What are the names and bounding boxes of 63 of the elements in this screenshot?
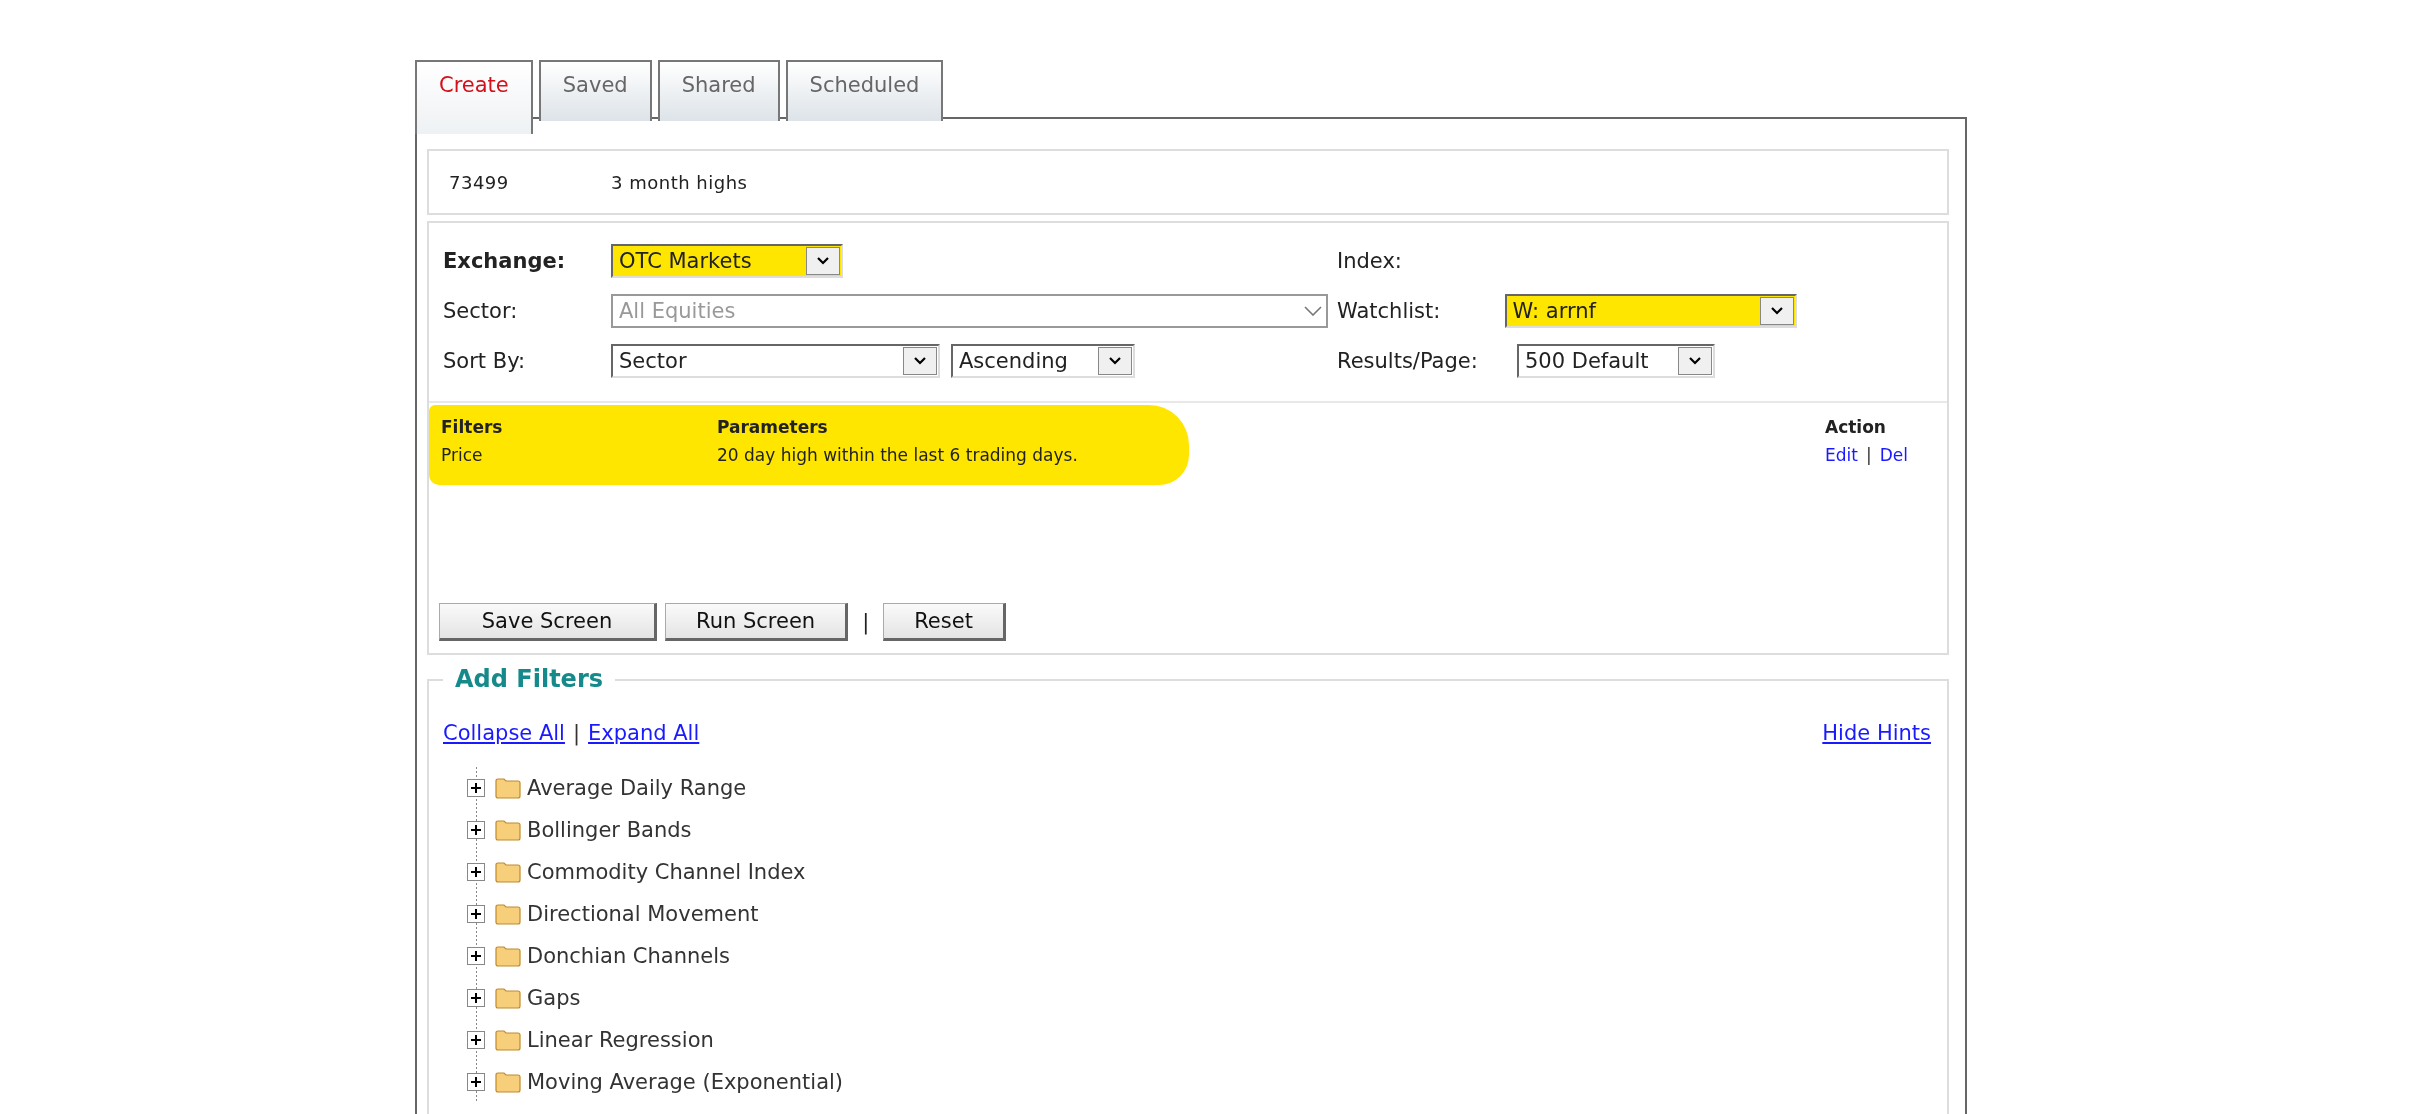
expander-icon[interactable] (467, 947, 485, 965)
results-per-page-select[interactable]: 500 Default (1517, 344, 1715, 378)
tab[interactable]: Shared (657, 60, 780, 121)
expander-icon[interactable] (467, 821, 485, 839)
screen-id: 73499 (449, 171, 510, 193)
expander-icon[interactable] (467, 905, 485, 923)
screen-button[interactable]: Save Screen (439, 603, 657, 641)
caret-icon (1098, 347, 1132, 375)
tree-item[interactable]: Bollinger Bands (527, 818, 692, 842)
screen-button[interactable]: Reset (883, 603, 1006, 641)
expander-icon[interactable] (467, 1073, 485, 1091)
tab[interactable]: Scheduled (785, 60, 944, 121)
caret-icon (903, 347, 937, 375)
exchange-select[interactable]: OTC Markets (611, 244, 843, 278)
folder-icon (495, 945, 521, 967)
watchlist-select[interactable]: W: arrnf (1504, 294, 1797, 328)
caret-icon (1304, 306, 1324, 316)
folder-icon (495, 777, 521, 799)
separator: | (1865, 444, 1872, 467)
tree-item[interactable]: Donchian Channels (527, 944, 731, 968)
hide-hints-link[interactable]: Hide Hints (1822, 721, 1931, 745)
expander-icon[interactable] (467, 863, 485, 881)
tree-link[interactable]: Expand All (588, 721, 700, 745)
watchlist-label: Watchlist: (1337, 299, 1442, 323)
tree-item[interactable]: Commodity Channel Index (527, 860, 806, 884)
tree-link[interactable]: Collapse All (443, 721, 565, 745)
tree-item[interactable]: Linear Regression (527, 1028, 714, 1052)
action-link[interactable]: Del (1879, 441, 1908, 469)
folder-icon (495, 819, 521, 841)
sector-label: Sector: (442, 299, 519, 323)
table-cell-text: 20 day high within the last 6 trading days. (717, 444, 1079, 467)
sort-by-label: Sort By: (442, 349, 527, 373)
caret-icon (806, 247, 840, 275)
tab[interactable]: Saved (538, 60, 652, 121)
tree-item[interactable]: Moving Average (Exponential) (527, 1070, 844, 1094)
column-header: Filters (441, 416, 504, 439)
separator: | (862, 610, 870, 634)
caret-icon (1678, 347, 1712, 375)
expander-icon[interactable] (467, 1031, 485, 1049)
folder-icon (495, 903, 521, 925)
folder-icon (495, 987, 521, 1009)
sort-order-select[interactable]: Ascending (951, 344, 1135, 378)
action-link[interactable]: Edit (1825, 441, 1858, 469)
screen-name: 3 month highs (611, 171, 748, 193)
folder-icon (495, 1029, 521, 1051)
separator: | (572, 721, 581, 745)
column-header: Parameters (717, 416, 829, 439)
index-label: Index: (1337, 249, 1403, 273)
screen-button[interactable]: Run Screen (665, 603, 849, 641)
tree-item[interactable]: Directional Movement (527, 902, 759, 926)
tree-item[interactable]: Gaps (527, 986, 581, 1010)
expander-icon[interactable] (467, 989, 485, 1007)
expander-icon[interactable] (467, 779, 485, 797)
folder-icon (495, 1071, 521, 1093)
sort-by-select[interactable]: Sector (611, 344, 940, 378)
tree-item[interactable]: Average Daily Range (527, 776, 747, 800)
tab[interactable]: Create (415, 60, 533, 134)
table-cell-text: Price (441, 444, 484, 467)
results-per-page-label: Results/Page: (1337, 349, 1479, 373)
exchange-label: Exchange: (442, 249, 567, 273)
caret-icon (1760, 297, 1794, 325)
column-header: Action (1825, 416, 1887, 439)
folder-icon (495, 861, 521, 883)
